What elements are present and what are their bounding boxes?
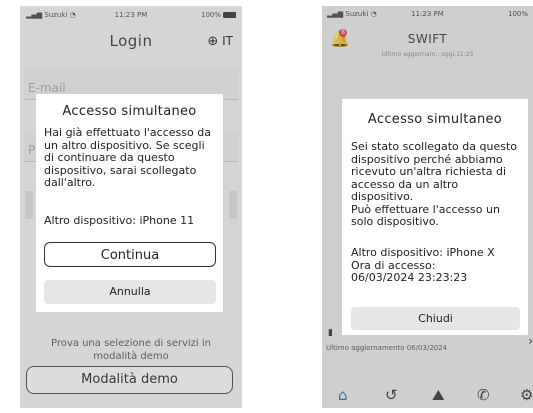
disconnected-dialog: Accesso simultaneo Sei stato scollegato …: [342, 99, 528, 335]
simultaneous-access-dialog: Accesso simultaneo Hai già effettuato l'…: [36, 94, 223, 312]
home-screen: ▂▄▆ Suzuki ◔ 11:23 PM 100% 🔔 8 SWIFT Ult…: [322, 6, 533, 408]
dialog-message: Sei stato scollegato da questo dispositi…: [351, 140, 517, 228]
close-button[interactable]: Chiudi: [351, 307, 520, 330]
other-device-label: Altro dispositivo: iPhone X: [351, 246, 495, 259]
other-device-info: Altro dispositivo: iPhone X Ora di acces…: [351, 246, 495, 285]
access-time-value: 06/03/2024 23:23:23: [351, 271, 468, 284]
cancel-button[interactable]: Annulla: [44, 280, 216, 304]
dialog-title: Accesso simultaneo: [367, 112, 503, 127]
login-screen: ▂▄▆ Suzuki ◔ 11:23 PM 100% Login ⊕ IT E-…: [20, 6, 242, 408]
other-device-info: Altro dispositivo: iPhone 11: [44, 214, 195, 227]
dialog-message: Hai già effettuato l'accesso da un altro…: [44, 126, 211, 189]
dialog-title: Accesso simultaneo: [62, 104, 197, 119]
continue-button[interactable]: Continua: [44, 242, 216, 267]
